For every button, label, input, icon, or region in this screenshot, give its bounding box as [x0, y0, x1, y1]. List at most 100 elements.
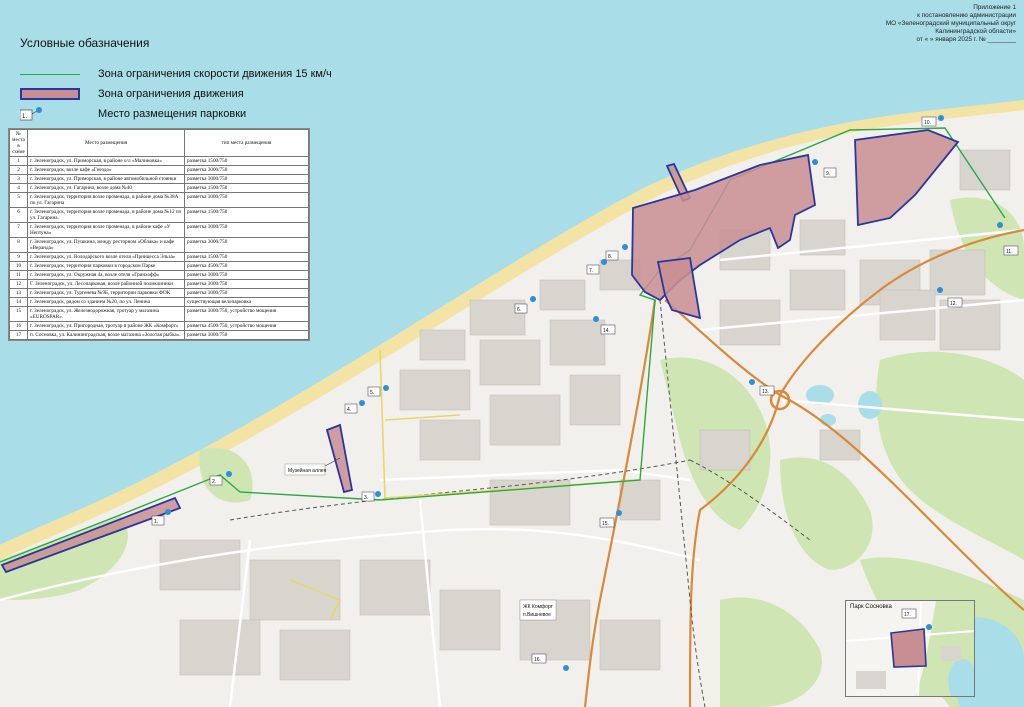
inset-map-sosnovka: Парк Сосновка 17.	[845, 600, 975, 697]
legend-title: Условные обазначения	[20, 36, 150, 50]
table-row: 3 г. Зеленоградск, ул. Приморская, в райо…	[9, 174, 309, 184]
legend-parking-label: Место размещения парковки	[98, 108, 247, 120]
svg-text:13.: 13.	[762, 389, 769, 395]
svg-text:4.: 4.	[347, 407, 351, 413]
table-row: 6 г. Зеленоградск, территория возле проме…	[9, 207, 309, 223]
legend-traffic-zone: Зона ограничения движения	[20, 84, 350, 104]
svg-text:1.: 1.	[22, 114, 27, 120]
table-row: 5 г. Зеленоградск, территория возле проме…	[9, 192, 309, 208]
table-cell-number: 14	[9, 297, 28, 307]
table-row: 2 г. Зеленоградск, возле кафе «Гнездо» раз…	[9, 165, 309, 175]
table-cell-type: разметка 1500/750	[184, 252, 309, 262]
appendix-header: Приложение 1 к постановлению администрац…	[786, 4, 1016, 44]
legend-parking: 1. Место размещения парковки	[20, 104, 350, 124]
svg-text:5.: 5.	[370, 390, 374, 396]
table-cell-type: разметка 3000/750	[184, 165, 309, 175]
svg-text:17.: 17.	[904, 612, 911, 618]
table-cell-place: г. Зеленоградск, территория парковки в г…	[27, 261, 185, 271]
svg-text:10.: 10.	[924, 120, 931, 126]
table-cell-place: г. Зеленоградск, ул. Володарского возле …	[27, 252, 185, 262]
table-cell-place: г. Зеленоградск, ул. Пушкина, между рест…	[27, 237, 185, 253]
table-cell-place: г. Зеленоградск, ул. Пригородная, тротуа…	[27, 321, 185, 331]
table-row: 14 г. Зеленоградск, рядом со зданием №20,…	[9, 297, 309, 307]
table-cell-type: разметка 1500/750	[184, 183, 309, 193]
table-cell-number: 16	[9, 321, 28, 331]
table-cell-place: г. Зеленоградск, ул. Тургенева №9Б, терр…	[27, 288, 185, 298]
table-cell-number: 10	[9, 261, 28, 271]
svg-text:12.: 12.	[950, 301, 957, 307]
table-cell-type: разметка 3000/750	[184, 330, 309, 340]
inset-map-graphic: 17.	[846, 601, 974, 696]
table-cell-place: г. Зеленоградск, территория возле промен…	[27, 192, 185, 208]
table-cell-type: разметка 3000/750	[184, 222, 309, 238]
table-cell-type: разметка 3000/750	[184, 288, 309, 298]
table-cell-number: 8	[9, 237, 28, 253]
traffic-zone-area-symbol	[20, 87, 80, 101]
svg-text:14.: 14.	[603, 328, 610, 334]
table-cell-number: 15	[9, 306, 28, 322]
speed-zone-line-symbol	[20, 67, 80, 81]
table-cell-number: 11	[9, 270, 28, 280]
table-row: 11 г. Зеленоградск, ул. Окружная 4а, возл…	[9, 270, 309, 280]
table-header-type: тип места размещения	[184, 129, 309, 157]
svg-text:15.: 15.	[602, 521, 609, 527]
svg-text:2.: 2.	[212, 479, 216, 485]
table-cell-place: Г. Зеленоградск, ул. Лесопарковая, возле…	[27, 279, 185, 289]
table-row: 7 г. Зеленоградск, территория возле проме…	[9, 222, 309, 238]
table-header-place: Место размещения	[27, 129, 185, 157]
svg-text:п.Вишневое: п.Вишневое	[523, 612, 551, 618]
parking-marker-symbol: 1.	[20, 107, 80, 121]
table-cell-place: г. Зеленоградск, рядом со зданием №20, п…	[27, 297, 185, 307]
parking-marker-17[interactable]: 17.	[901, 608, 932, 630]
legend-speed-zone-label: Зона ограничения скорости движения 15 км…	[98, 68, 332, 80]
table-cell-type: разметка 1500/750	[184, 156, 309, 166]
svg-text:Музейная аллея: Музейная аллея	[288, 467, 327, 474]
appendix-line-2: к постановлению администрации	[917, 12, 1016, 19]
table-cell-number: 12	[9, 279, 28, 289]
table-row: 17 п. Сосновка, ул. Калининградская, возл…	[9, 330, 309, 340]
table-cell-type: разметка 3000/750	[184, 174, 309, 184]
svg-text:16.: 16.	[534, 657, 541, 663]
svg-text:8.: 8.	[608, 254, 612, 260]
appendix-line-4: Калининградской области»	[935, 28, 1016, 35]
table-cell-number: 5	[9, 192, 28, 208]
table-cell-place: п. Сосновка, ул. Калининградская, возле …	[27, 330, 185, 340]
table-cell-place: г. Зеленоградск, территория возле промен…	[27, 222, 185, 238]
table-cell-place: г. Зеленоградск, ул. Гагарина, возле дом…	[27, 183, 185, 193]
table-header-row: № места в схеме Место размещения тип мес…	[9, 129, 309, 157]
table-cell-type: разметка 3000/750	[184, 237, 309, 253]
svg-text:6.: 6.	[517, 307, 521, 313]
table-cell-place: г. Зеленоградск, территория возле промен…	[27, 207, 185, 223]
zhk-comfort-label: ЖК Комфорт п.Вишневое	[519, 599, 557, 621]
table-row: 8 г. Зеленоградск, ул. Пушкина, между рес…	[9, 237, 309, 253]
table-row: 15 г. Зеленоградск, ул. Железнодорожная, …	[9, 306, 309, 322]
table-cell-number: 6	[9, 207, 28, 223]
table-cell-place: г. Зеленоградск, ул. Железнодорожная, тр…	[27, 306, 185, 322]
table-cell-type: разметка 3000/750	[184, 279, 309, 289]
table-cell-type: разметка 3000/750, устройство мощения	[184, 306, 309, 322]
appendix-line-5: от « » января 2025 г. № ________	[916, 36, 1016, 43]
svg-text:ЖК Комфорт: ЖК Комфорт	[523, 604, 554, 610]
table-row: 13 г. Зеленоградск, ул. Тургенева №9Б, те…	[9, 288, 309, 298]
table-cell-place: г. Зеленоградск, ул. Окружная 4а, возле …	[27, 270, 185, 280]
table-cell-type: разметка 3000/750	[184, 192, 309, 208]
legend-speed-zone: Зона ограничения скорости движения 15 км…	[20, 64, 350, 84]
legend-traffic-zone-label: Зона ограничения движения	[98, 88, 244, 100]
table-cell-number: 17	[9, 330, 28, 340]
table-cell-type: разметка 4500/750, устройство мощения	[184, 321, 309, 331]
table-cell-type: разметка 1500/750	[184, 207, 309, 223]
table-cell-number: 4	[9, 183, 28, 193]
svg-text:9.: 9.	[826, 171, 830, 177]
table-cell-number: 3	[9, 174, 28, 184]
parking-table: № места в схеме Место размещения тип мес…	[8, 128, 310, 341]
table-cell-type: разметка 3000/750	[184, 270, 309, 280]
table-cell-number: 9	[9, 252, 28, 262]
appendix-line-3: МО «Зеленоградский муниципальный округ	[885, 20, 1016, 27]
svg-text:7.: 7.	[589, 268, 593, 274]
table-header-number: № места в схеме	[9, 129, 28, 157]
table-cell-number: 7	[9, 222, 28, 238]
inset-restricted-zone	[890, 628, 927, 668]
svg-text:3.: 3.	[364, 495, 368, 501]
table-cell-type: существующая велопарковка	[184, 297, 309, 307]
table-cell-type: разметка 4500/750	[184, 261, 309, 271]
